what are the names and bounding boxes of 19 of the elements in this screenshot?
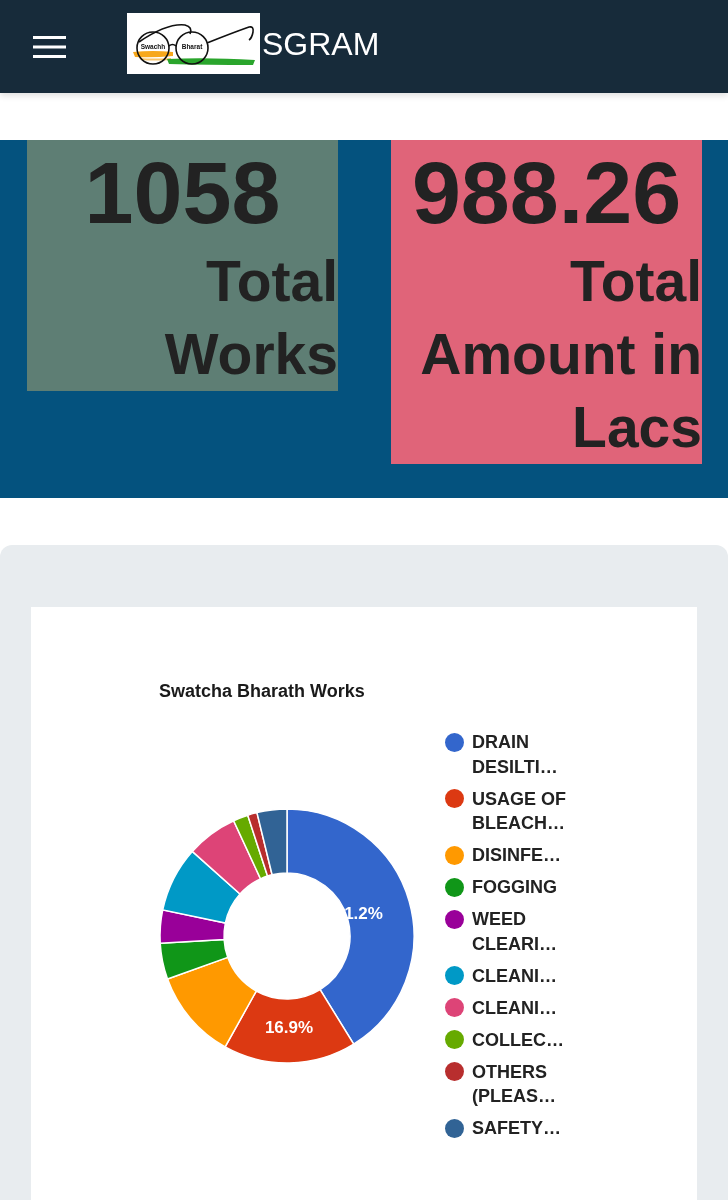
- legend-label: FOGGING: [472, 876, 557, 899]
- legend-label: USAGE OF BLEACH…: [472, 787, 567, 835]
- stat-value: 1058: [83, 142, 282, 244]
- stat-value: 988.26: [410, 142, 683, 244]
- legend-label: CLEANI…: [472, 964, 557, 988]
- legend-label: OTHERS (PLEAS…: [472, 1060, 557, 1108]
- stat-label: Total Amount in Lacs: [419, 248, 702, 461]
- legend-label: DISINFE…: [472, 844, 561, 867]
- stat-label: Total Works: [163, 248, 338, 388]
- legend-label: WEED CLEARI…: [472, 908, 558, 956]
- slice-label: 1.2%: [344, 904, 383, 924]
- menu-icon[interactable]: [33, 35, 66, 58]
- slice-label: 16.9%: [264, 1018, 314, 1038]
- legend-label: DRAIN DESILTI…: [472, 731, 559, 779]
- app-title: SGRAM: [262, 27, 380, 60]
- legend-label: COLLEC…: [472, 1028, 564, 1052]
- legend-label: CLEANI…: [472, 996, 557, 1020]
- legend-label: SAFETY…: [472, 1117, 561, 1140]
- chart-title: Swatcha Bharath Works: [159, 680, 365, 703]
